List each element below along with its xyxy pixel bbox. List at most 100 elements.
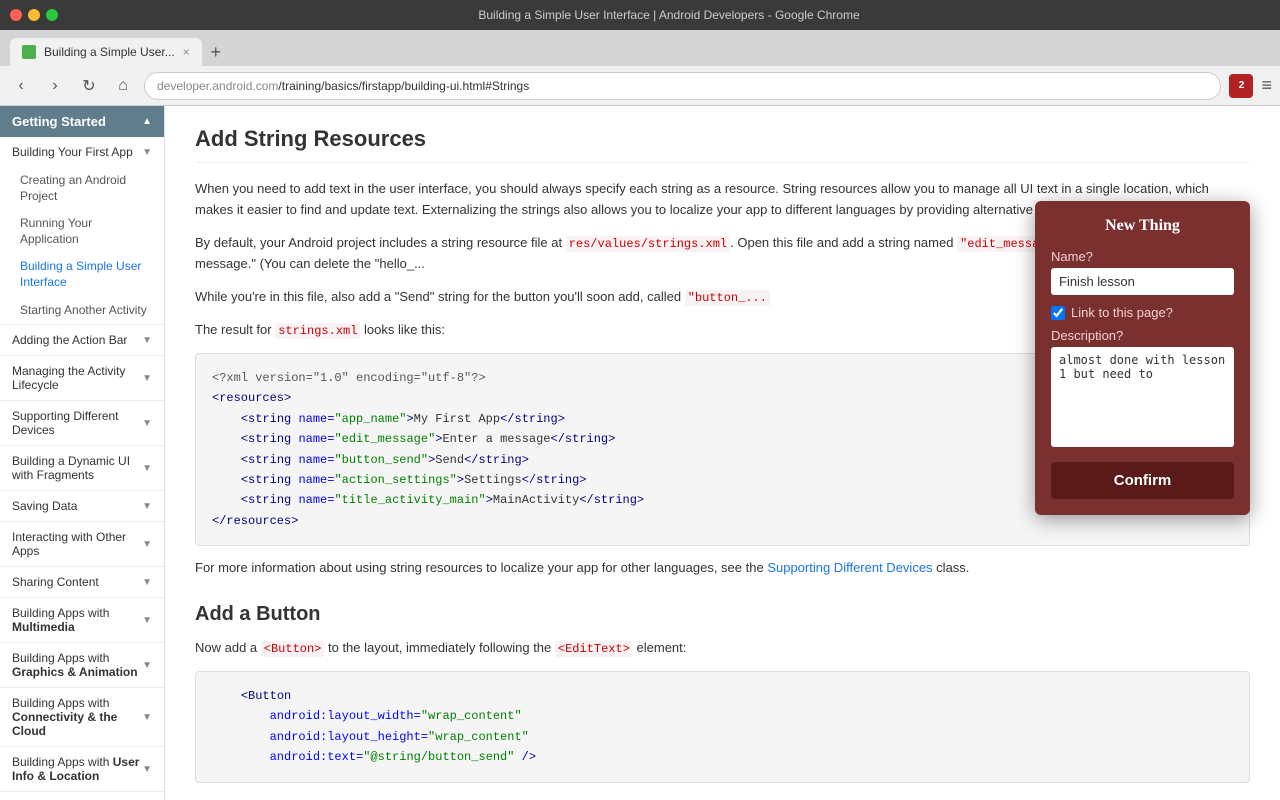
chevron-action-bar: ▼ bbox=[142, 335, 152, 346]
sidebar-section-title-graphics[interactable]: Building Apps with Graphics & Animation … bbox=[0, 643, 164, 687]
popup-confirm-button[interactable]: Confirm bbox=[1051, 462, 1234, 499]
chevron-first-app: ▼ bbox=[142, 147, 152, 158]
sidebar-section-title-interacting[interactable]: Interacting with Other Apps ▼ bbox=[0, 522, 164, 566]
browser-menu-button[interactable]: ≡ bbox=[1261, 75, 1272, 96]
sidebar-header[interactable]: Getting Started ▲ bbox=[0, 106, 164, 137]
chevron-connectivity: ▼ bbox=[142, 712, 152, 723]
sidebar-section-title-sharing[interactable]: Sharing Content ▼ bbox=[0, 567, 164, 597]
sidebar-section-title-action-bar[interactable]: Adding the Action Bar ▼ bbox=[0, 325, 164, 355]
sidebar-header-label: Getting Started bbox=[12, 114, 106, 129]
sidebar-section-best-practices: Best Practices for ▼ bbox=[0, 792, 164, 800]
minimize-traffic-light[interactable] bbox=[28, 9, 40, 21]
sidebar-section-interacting: Interacting with Other Apps ▼ bbox=[0, 522, 164, 567]
sidebar-section-title-dynamic-ui[interactable]: Building a Dynamic UI with Fragments ▼ bbox=[0, 446, 164, 490]
tab-favicon bbox=[22, 45, 36, 59]
sidebar-section-title-location[interactable]: Building Apps with User Info & Location … bbox=[0, 747, 164, 791]
url-bar[interactable]: developer.android.com/training/basics/fi… bbox=[144, 72, 1221, 100]
sidebar-section-label-activity-lifecycle: Managing the Activity Lifecycle bbox=[12, 364, 142, 392]
sidebar-section-dynamic-ui: Building a Dynamic UI with Fragments ▼ bbox=[0, 446, 164, 491]
code-strings-xml-ref: strings.xml bbox=[275, 323, 360, 339]
sidebar-section-connectivity: Building Apps with Connectivity & the Cl… bbox=[0, 688, 164, 747]
sidebar: Getting Started ▲ Building Your First Ap… bbox=[0, 106, 165, 800]
window-title: Building a Simple User Interface | Andro… bbox=[68, 8, 1270, 22]
popup-link-label: Link to this page? bbox=[1071, 305, 1173, 320]
sidebar-section-activity-lifecycle: Managing the Activity Lifecycle ▼ bbox=[0, 356, 164, 401]
chevron-graphics: ▼ bbox=[142, 660, 152, 671]
tab-bar: Building a Simple User... × + bbox=[0, 30, 1280, 66]
chevron-activity-lifecycle: ▼ bbox=[142, 373, 152, 384]
sidebar-section-label-first-app: Building Your First App bbox=[12, 145, 133, 159]
browser-titlebar: Building a Simple User Interface | Andro… bbox=[0, 0, 1280, 30]
sidebar-section-label-saving-data: Saving Data bbox=[12, 499, 77, 513]
sidebar-item-starting-another-activity[interactable]: Starting Another Activity bbox=[0, 297, 164, 325]
sidebar-header-chevron: ▲ bbox=[142, 116, 152, 127]
extension-icons: 2 bbox=[1229, 74, 1253, 98]
new-thing-popup: New Thing Name? Link to this page? Descr… bbox=[1035, 201, 1250, 515]
sidebar-section-title-connectivity[interactable]: Building Apps with Connectivity & the Cl… bbox=[0, 688, 164, 746]
tab-label: Building a Simple User... bbox=[44, 45, 175, 59]
link-supporting-devices[interactable]: Supporting Different Devices bbox=[767, 560, 932, 575]
sidebar-section-label-dynamic-ui: Building a Dynamic UI with Fragments bbox=[12, 454, 142, 482]
popup-name-label: Name? bbox=[1051, 249, 1234, 264]
sidebar-section-label-connectivity: Building Apps with Connectivity & the Cl… bbox=[12, 696, 142, 738]
sidebar-item-building-simple-ui[interactable]: Building a Simple User Interface bbox=[0, 253, 164, 296]
sidebar-section-label-interacting: Interacting with Other Apps bbox=[12, 530, 142, 558]
traffic-lights bbox=[10, 9, 58, 21]
popup-link-checkbox[interactable] bbox=[1051, 306, 1065, 320]
sidebar-item-running-application[interactable]: Running Your Application bbox=[0, 210, 164, 253]
sidebar-section-multimedia: Building Apps with Multimedia ▼ bbox=[0, 598, 164, 643]
sidebar-section-label-action-bar: Adding the Action Bar bbox=[12, 333, 127, 347]
chevron-different-devices: ▼ bbox=[142, 418, 152, 429]
sidebar-section-label-graphics: Building Apps with Graphics & Animation bbox=[12, 651, 142, 679]
chevron-sharing: ▼ bbox=[142, 577, 152, 588]
content-para-5: For more information about using string … bbox=[195, 558, 1250, 579]
tab-close-button[interactable]: × bbox=[183, 45, 190, 59]
sidebar-section-label-sharing: Sharing Content bbox=[12, 575, 99, 589]
extension-icon-1[interactable]: 2 bbox=[1229, 74, 1253, 98]
code-button: "button_... bbox=[685, 290, 770, 306]
active-tab[interactable]: Building a Simple User... × bbox=[10, 38, 202, 66]
chevron-saving-data: ▼ bbox=[142, 501, 152, 512]
popup-name-input[interactable] bbox=[1051, 268, 1234, 295]
sidebar-section-title-first-app[interactable]: Building Your First App ▼ bbox=[0, 137, 164, 167]
maximize-traffic-light[interactable] bbox=[46, 9, 58, 21]
code-strings-xml: res/values/strings.xml bbox=[566, 236, 730, 252]
chevron-multimedia: ▼ bbox=[142, 615, 152, 626]
code-edittext-tag: <EditText> bbox=[555, 641, 633, 657]
sidebar-section-saving-data: Saving Data ▼ bbox=[0, 491, 164, 522]
back-button[interactable]: ‹ bbox=[8, 73, 34, 99]
sidebar-section-label-different-devices: Supporting Different Devices bbox=[12, 409, 142, 437]
code-block-button: <Button android:layout_width="wrap_conte… bbox=[195, 671, 1250, 783]
sidebar-section-title-best-practices[interactable]: Best Practices for ▼ bbox=[0, 792, 164, 800]
home-button[interactable]: ⌂ bbox=[110, 73, 136, 99]
address-bar: ‹ › ↻ ⌂ developer.android.com/training/b… bbox=[0, 66, 1280, 106]
sidebar-section-title-activity-lifecycle[interactable]: Managing the Activity Lifecycle ▼ bbox=[0, 356, 164, 400]
sidebar-section-first-app: Building Your First App ▼ Creating an An… bbox=[0, 137, 164, 325]
sidebar-section-label-location: Building Apps with User Info & Location bbox=[12, 755, 142, 783]
forward-button[interactable]: › bbox=[42, 73, 68, 99]
code-button-tag: <Button> bbox=[261, 641, 325, 657]
chevron-interacting: ▼ bbox=[142, 539, 152, 550]
sidebar-section-title-multimedia[interactable]: Building Apps with Multimedia ▼ bbox=[0, 598, 164, 642]
sidebar-section-action-bar: Adding the Action Bar ▼ bbox=[0, 325, 164, 356]
sidebar-section-title-different-devices[interactable]: Supporting Different Devices ▼ bbox=[0, 401, 164, 445]
sidebar-section-different-devices: Supporting Different Devices ▼ bbox=[0, 401, 164, 446]
url-path-part: /training/basics/firstapp/building-ui.ht… bbox=[278, 79, 529, 93]
new-tab-button[interactable]: + bbox=[202, 38, 230, 66]
main-layout: Getting Started ▲ Building Your First Ap… bbox=[0, 106, 1280, 800]
popup-description-textarea[interactable]: almost done with lesson 1 but need to bbox=[1051, 347, 1234, 447]
content-para-6: Now add a <Button> to the layout, immedi… bbox=[195, 638, 1250, 659]
popup-title: New Thing bbox=[1051, 217, 1234, 235]
sidebar-section-location: Building Apps with User Info & Location … bbox=[0, 747, 164, 792]
popup-link-row: Link to this page? bbox=[1051, 305, 1234, 320]
section-title-add-button: Add a Button bbox=[195, 603, 1250, 626]
sidebar-item-creating-android-project[interactable]: Creating an Android Project bbox=[0, 167, 164, 210]
url-gray-part: developer.android.com bbox=[157, 79, 278, 93]
close-traffic-light[interactable] bbox=[10, 9, 22, 21]
chevron-location: ▼ bbox=[142, 764, 152, 775]
sidebar-section-graphics: Building Apps with Graphics & Animation … bbox=[0, 643, 164, 688]
sidebar-section-title-saving-data[interactable]: Saving Data ▼ bbox=[0, 491, 164, 521]
sidebar-section-label-multimedia: Building Apps with Multimedia bbox=[12, 606, 142, 634]
refresh-button[interactable]: ↻ bbox=[76, 73, 102, 99]
content-area: Add String Resources When you need to ad… bbox=[165, 106, 1280, 800]
